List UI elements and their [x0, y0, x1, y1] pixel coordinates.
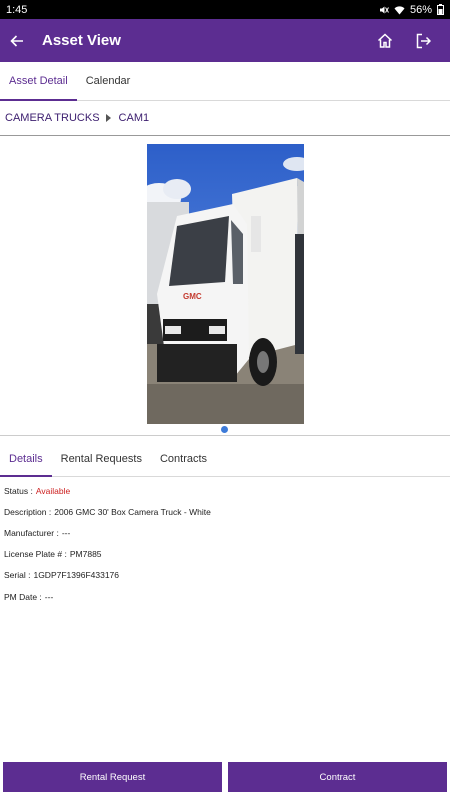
- rental-request-button[interactable]: Rental Request: [3, 762, 222, 792]
- asset-tabs: Asset Detail Calendar: [0, 62, 450, 101]
- description-value: 2006 GMC 30' Box Camera Truck - White: [54, 506, 211, 517]
- pm-date-label: PM Date :: [4, 591, 42, 602]
- battery-percent: 56%: [409, 3, 432, 16]
- pm-date-value: ---: [44, 591, 54, 602]
- contract-button[interactable]: Contract: [228, 762, 447, 792]
- battery-icon: [437, 4, 444, 15]
- clock: 1:45: [6, 3, 28, 16]
- breadcrumb: CAMERA TRUCKS CAM1: [0, 101, 450, 136]
- description-label: Description :: [4, 506, 52, 517]
- status-badge: Available: [35, 485, 71, 496]
- truck-photo[interactable]: GMC: [147, 144, 304, 424]
- pager-dot[interactable]: [221, 426, 228, 433]
- logout-icon[interactable]: [404, 19, 442, 62]
- tab-calendar[interactable]: Calendar: [77, 62, 140, 100]
- photo-carousel: GMC: [0, 136, 450, 436]
- status-label: Status :: [4, 485, 33, 496]
- detail-row-serial: Serial : 1GDP7F1396F433176: [4, 565, 444, 586]
- asset-details: Status : Available Description : 2006 GM…: [4, 480, 444, 607]
- page-title: Asset View: [42, 32, 121, 49]
- serial-value: 1GDP7F1396F433176: [33, 570, 119, 581]
- wifi-icon: [394, 5, 405, 15]
- svg-text:GMC: GMC: [183, 292, 202, 301]
- home-icon[interactable]: [366, 19, 404, 62]
- license-value: PM7885: [69, 549, 102, 560]
- detail-row-status: Status : Available: [4, 480, 444, 501]
- manufacturer-value: ---: [61, 527, 71, 538]
- tab-details[interactable]: Details: [0, 441, 52, 477]
- serial-label: Serial :: [4, 570, 31, 581]
- breadcrumb-category[interactable]: CAMERA TRUCKS: [5, 112, 100, 124]
- detail-tabs: Details Rental Requests Contracts: [0, 441, 450, 477]
- detail-row-description: Description : 2006 GMC 30' Box Camera Tr…: [4, 501, 444, 522]
- tab-rental-requests[interactable]: Rental Requests: [52, 441, 151, 476]
- chevron-right-icon: [105, 114, 111, 122]
- tab-contracts[interactable]: Contracts: [151, 441, 216, 476]
- breadcrumb-asset: CAM1: [118, 112, 150, 124]
- license-label: License Plate # :: [4, 549, 67, 560]
- detail-row-license: License Plate # : PM7885: [4, 544, 444, 565]
- mute-icon: [379, 5, 389, 15]
- detail-row-pm-date: PM Date : ---: [4, 586, 444, 607]
- app-bar: Asset View: [0, 19, 450, 62]
- manufacturer-label: Manufacturer :: [4, 527, 59, 538]
- system-status-bar: 1:45 56%: [0, 0, 450, 19]
- action-bar: Rental Request Contract: [0, 762, 450, 792]
- detail-row-manufacturer: Manufacturer : ---: [4, 522, 444, 543]
- tab-asset-detail[interactable]: Asset Detail: [0, 62, 77, 101]
- status-icons: 56%: [379, 4, 444, 16]
- back-arrow-icon[interactable]: [1, 19, 33, 62]
